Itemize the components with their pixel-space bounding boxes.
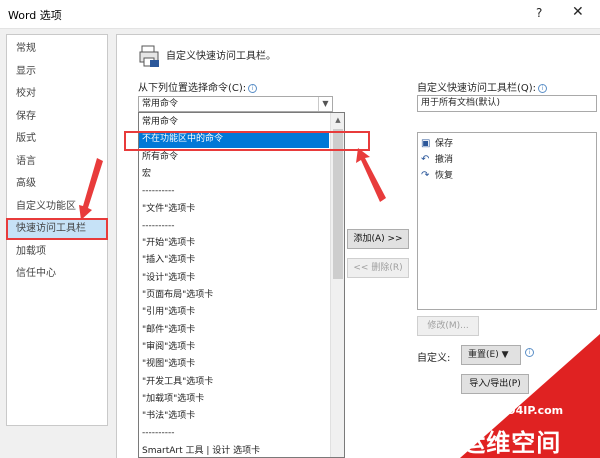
dropdown-arrow <box>356 148 386 202</box>
qat-item-label: 恢复 <box>435 171 454 181</box>
watermark-url: www.94IP.com <box>474 404 564 417</box>
qat-item-save[interactable]: ▣ 保存 <box>421 136 453 152</box>
qat-item-label: 撤消 <box>435 155 454 165</box>
qat-item-label: 保存 <box>435 139 454 149</box>
qat-item-undo[interactable]: ↶ 撤消 <box>421 152 453 168</box>
qat-item-redo[interactable]: ↷ 恢复 <box>421 168 453 184</box>
customize-label: 自定义: <box>417 353 451 364</box>
qat-scope-combo[interactable]: 用于所有文档(默认) <box>417 95 597 112</box>
save-icon: ▣ <box>421 138 431 149</box>
sidebar-arrow <box>79 158 103 220</box>
info-icon: i <box>538 84 548 93</box>
qat-commands-list[interactable]: ▣ 保存 ↶ 撤消 ↷ 恢复 <box>417 132 597 310</box>
add-button[interactable]: 添加(A) >> <box>347 229 409 249</box>
watermark-text: IT运维空间 <box>434 429 562 457</box>
redo-icon: ↷ <box>421 170 430 181</box>
qat-scope-label: 自定义快速访问工具栏(Q): i <box>417 79 548 94</box>
modify-button[interactable]: 修改(M)... <box>417 316 479 336</box>
undo-icon: ↶ <box>421 154 430 165</box>
remove-button[interactable]: << 删除(R) <box>347 258 409 278</box>
